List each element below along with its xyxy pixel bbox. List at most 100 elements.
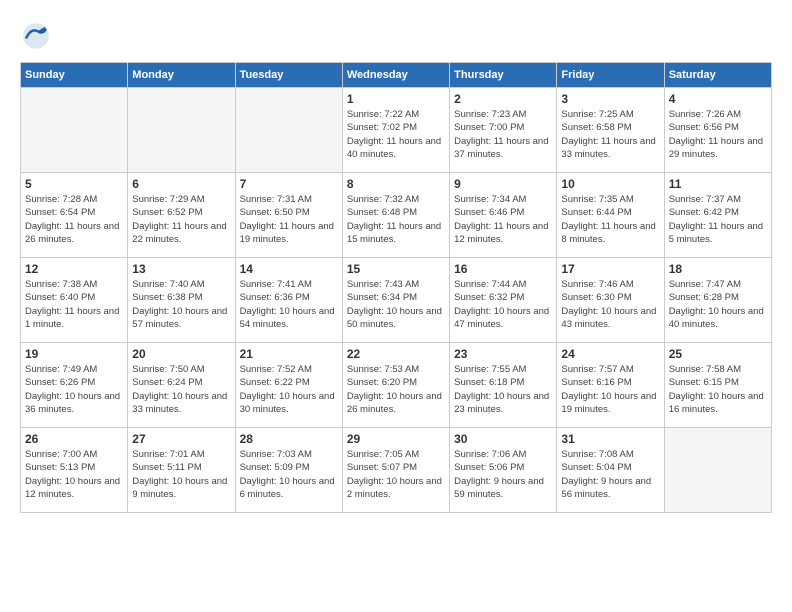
week-row-2: 5Sunrise: 7:28 AM Sunset: 6:54 PM Daylig…: [21, 173, 772, 258]
calendar-cell: 31 Sunrise: 7:08 AM Sunset: 5:04 PM Dayli…: [557, 428, 664, 513]
day-number: 21: [240, 347, 338, 361]
day-number: 18: [669, 262, 767, 276]
calendar-cell: 13 Sunrise: 7:40 AM Sunset: 6:38 PM Dayli…: [128, 258, 235, 343]
day-number: 20: [132, 347, 230, 361]
calendar-cell: 2 Sunrise: 7:23 AM Sunset: 7:00 PM Daylig…: [450, 88, 557, 173]
calendar-cell: 1 Sunrise: 7:22 AM Sunset: 7:02 PM Daylig…: [342, 88, 449, 173]
day-number: 11: [669, 177, 767, 191]
calendar-cell: 22 Sunrise: 7:53 AM Sunset: 6:20 PM Dayli…: [342, 343, 449, 428]
day-info: Sunrise: 7:57 AM Sunset: 6:16 PM Dayligh…: [561, 363, 659, 416]
day-info: Sunrise: 7:53 AM Sunset: 6:20 PM Dayligh…: [347, 363, 445, 416]
day-number: 12: [25, 262, 123, 276]
day-header-tuesday: Tuesday: [235, 63, 342, 88]
day-number: 30: [454, 432, 552, 446]
day-number: 14: [240, 262, 338, 276]
calendar-cell: 20 Sunrise: 7:50 AM Sunset: 6:24 PM Dayli…: [128, 343, 235, 428]
calendar-cell: 25 Sunrise: 7:58 AM Sunset: 6:15 PM Dayli…: [664, 343, 771, 428]
calendar-cell: 17Sunrise: 7:46 AM Sunset: 6:30 PM Dayli…: [557, 258, 664, 343]
day-info: Sunrise: 7:26 AM Sunset: 6:56 PM Dayligh…: [669, 108, 767, 161]
day-number: 1: [347, 92, 445, 106]
calendar-cell: 4 Sunrise: 7:26 AM Sunset: 6:56 PM Daylig…: [664, 88, 771, 173]
page-header: [20, 20, 772, 52]
day-info: Sunrise: 7:47 AM Sunset: 6:28 PM Dayligh…: [669, 278, 767, 331]
day-number: 10: [561, 177, 659, 191]
calendar-cell: 7 Sunrise: 7:31 AM Sunset: 6:50 PM Daylig…: [235, 173, 342, 258]
day-info: Sunrise: 7:49 AM Sunset: 6:26 PM Dayligh…: [25, 363, 123, 416]
day-header-thursday: Thursday: [450, 63, 557, 88]
day-number: 23: [454, 347, 552, 361]
day-info: Sunrise: 7:31 AM Sunset: 6:50 PM Dayligh…: [240, 193, 338, 246]
day-header-saturday: Saturday: [664, 63, 771, 88]
day-info: Sunrise: 7:29 AM Sunset: 6:52 PM Dayligh…: [132, 193, 230, 246]
calendar-cell: 28 Sunrise: 7:03 AM Sunset: 5:09 PM Dayli…: [235, 428, 342, 513]
week-row-1: 1 Sunrise: 7:22 AM Sunset: 7:02 PM Daylig…: [21, 88, 772, 173]
calendar-table: SundayMondayTuesdayWednesdayThursdayFrid…: [20, 62, 772, 513]
day-info: Sunrise: 7:37 AM Sunset: 6:42 PM Dayligh…: [669, 193, 767, 246]
day-info: Sunrise: 7:32 AM Sunset: 6:48 PM Dayligh…: [347, 193, 445, 246]
calendar-cell: 27 Sunrise: 7:01 AM Sunset: 5:11 PM Dayli…: [128, 428, 235, 513]
calendar-cell: [235, 88, 342, 173]
calendar-cell: 24 Sunrise: 7:57 AM Sunset: 6:16 PM Dayli…: [557, 343, 664, 428]
calendar-cell: 26 Sunrise: 7:00 AM Sunset: 5:13 PM Dayli…: [21, 428, 128, 513]
calendar-cell: 11 Sunrise: 7:37 AM Sunset: 6:42 PM Dayli…: [664, 173, 771, 258]
day-number: 24: [561, 347, 659, 361]
day-info: Sunrise: 7:38 AM Sunset: 6:40 PM Dayligh…: [25, 278, 123, 331]
day-info: Sunrise: 7:44 AM Sunset: 6:32 PM Dayligh…: [454, 278, 552, 331]
day-number: 7: [240, 177, 338, 191]
day-info: Sunrise: 7:25 AM Sunset: 6:58 PM Dayligh…: [561, 108, 659, 161]
day-number: 22: [347, 347, 445, 361]
calendar-cell: 16Sunrise: 7:44 AM Sunset: 6:32 PM Dayli…: [450, 258, 557, 343]
day-info: Sunrise: 7:22 AM Sunset: 7:02 PM Dayligh…: [347, 108, 445, 161]
calendar-cell: 10 Sunrise: 7:35 AM Sunset: 6:44 PM Dayli…: [557, 173, 664, 258]
calendar-cell: [21, 88, 128, 173]
day-info: Sunrise: 7:06 AM Sunset: 5:06 PM Dayligh…: [454, 448, 552, 501]
calendar-cell: 29Sunrise: 7:05 AM Sunset: 5:07 PM Dayli…: [342, 428, 449, 513]
day-number: 13: [132, 262, 230, 276]
day-info: Sunrise: 7:43 AM Sunset: 6:34 PM Dayligh…: [347, 278, 445, 331]
calendar-cell: 19 Sunrise: 7:49 AM Sunset: 6:26 PM Dayli…: [21, 343, 128, 428]
day-number: 8: [347, 177, 445, 191]
day-number: 15: [347, 262, 445, 276]
day-info: Sunrise: 7:52 AM Sunset: 6:22 PM Dayligh…: [240, 363, 338, 416]
day-number: 2: [454, 92, 552, 106]
day-info: Sunrise: 7:00 AM Sunset: 5:13 PM Dayligh…: [25, 448, 123, 501]
day-info: Sunrise: 7:40 AM Sunset: 6:38 PM Dayligh…: [132, 278, 230, 331]
day-info: Sunrise: 7:55 AM Sunset: 6:18 PM Dayligh…: [454, 363, 552, 416]
day-info: Sunrise: 7:50 AM Sunset: 6:24 PM Dayligh…: [132, 363, 230, 416]
day-info: Sunrise: 7:08 AM Sunset: 5:04 PM Dayligh…: [561, 448, 659, 501]
day-header-wednesday: Wednesday: [342, 63, 449, 88]
calendar-cell: [128, 88, 235, 173]
day-number: 4: [669, 92, 767, 106]
day-info: Sunrise: 7:34 AM Sunset: 6:46 PM Dayligh…: [454, 193, 552, 246]
week-row-4: 19 Sunrise: 7:49 AM Sunset: 6:26 PM Dayli…: [21, 343, 772, 428]
day-number: 9: [454, 177, 552, 191]
day-info: Sunrise: 7:01 AM Sunset: 5:11 PM Dayligh…: [132, 448, 230, 501]
day-info: Sunrise: 7:23 AM Sunset: 7:00 PM Dayligh…: [454, 108, 552, 161]
calendar-cell: 3 Sunrise: 7:25 AM Sunset: 6:58 PM Daylig…: [557, 88, 664, 173]
day-number: 25: [669, 347, 767, 361]
calendar-cell: 9 Sunrise: 7:34 AM Sunset: 6:46 PM Daylig…: [450, 173, 557, 258]
week-row-3: 12 Sunrise: 7:38 AM Sunset: 6:40 PM Dayli…: [21, 258, 772, 343]
day-info: Sunrise: 7:41 AM Sunset: 6:36 PM Dayligh…: [240, 278, 338, 331]
calendar-cell: 23 Sunrise: 7:55 AM Sunset: 6:18 PM Dayli…: [450, 343, 557, 428]
calendar-cell: 12 Sunrise: 7:38 AM Sunset: 6:40 PM Dayli…: [21, 258, 128, 343]
calendar-cell: 14 Sunrise: 7:41 AM Sunset: 6:36 PM Dayli…: [235, 258, 342, 343]
day-header-friday: Friday: [557, 63, 664, 88]
day-header-sunday: Sunday: [21, 63, 128, 88]
day-info: Sunrise: 7:05 AM Sunset: 5:07 PM Dayligh…: [347, 448, 445, 501]
day-info: Sunrise: 7:58 AM Sunset: 6:15 PM Dayligh…: [669, 363, 767, 416]
day-header-monday: Monday: [128, 63, 235, 88]
day-number: 3: [561, 92, 659, 106]
day-number: 31: [561, 432, 659, 446]
day-number: 19: [25, 347, 123, 361]
calendar-cell: 30 Sunrise: 7:06 AM Sunset: 5:06 PM Dayli…: [450, 428, 557, 513]
logo-icon: [20, 20, 52, 52]
day-number: 27: [132, 432, 230, 446]
day-info: Sunrise: 7:35 AM Sunset: 6:44 PM Dayligh…: [561, 193, 659, 246]
day-number: 28: [240, 432, 338, 446]
day-number: 6: [132, 177, 230, 191]
day-info: Sunrise: 7:03 AM Sunset: 5:09 PM Dayligh…: [240, 448, 338, 501]
day-number: 26: [25, 432, 123, 446]
logo: [20, 20, 58, 52]
day-number: 17: [561, 262, 659, 276]
